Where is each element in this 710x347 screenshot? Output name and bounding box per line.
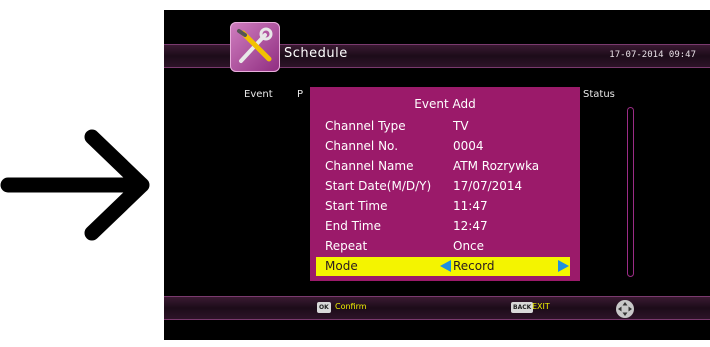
date-time: 17-07-2014 09:47: [609, 50, 696, 60]
row-value: TV: [453, 119, 469, 133]
arrow-right-icon[interactable]: [558, 260, 569, 272]
tv-screen: Schedule 17-07-2014 09:47 Event P : Stat…: [164, 10, 710, 340]
row-value: Record: [453, 259, 495, 273]
column-status: Status: [583, 89, 615, 100]
row-label: Start Date(M/D/Y): [325, 179, 432, 193]
dpad-icon: [616, 300, 634, 318]
column-event: Event: [244, 89, 273, 100]
event-add-dialog: Event Add Channel Type TV Channel No. 00…: [310, 87, 580, 281]
row-end-time[interactable]: End Time 12:47: [325, 217, 575, 236]
row-value: ATM Rozrywka: [453, 159, 540, 173]
column-program: P: [297, 89, 304, 100]
row-repeat[interactable]: Repeat Once: [325, 237, 575, 256]
arrow-left-icon[interactable]: [440, 260, 451, 272]
footer-bar: OK Confirm BACK EXIT: [164, 296, 710, 320]
right-arrow-icon: [0, 129, 150, 241]
page-title: Schedule: [284, 46, 348, 61]
row-label: Start Time: [325, 199, 388, 213]
row-label: Channel Type: [325, 119, 406, 133]
row-value: 17/07/2014: [453, 179, 523, 193]
row-channel-name[interactable]: Channel Name ATM Rozrywka: [325, 157, 575, 176]
row-mode-selected[interactable]: Mode Record: [316, 257, 570, 276]
confirm-label: Confirm: [335, 302, 367, 311]
row-value: 11:47: [453, 199, 488, 213]
row-label: Channel Name: [325, 159, 414, 173]
tools-icon: [230, 22, 280, 72]
dialog-title: Event Add: [414, 97, 476, 111]
row-channel-type[interactable]: Channel Type TV: [325, 117, 575, 136]
row-channel-no[interactable]: Channel No. 0004: [325, 137, 575, 156]
row-start-time[interactable]: Start Time 11:47: [325, 197, 575, 216]
row-value: 12:47: [453, 219, 488, 233]
row-value: Once: [453, 239, 485, 253]
row-start-date[interactable]: Start Date(M/D/Y) 17/07/2014: [325, 177, 575, 196]
ok-key-icon[interactable]: OK: [317, 302, 331, 313]
row-label: Channel No.: [325, 139, 399, 153]
back-key-icon[interactable]: BACK: [511, 302, 534, 313]
row-label: Repeat: [325, 239, 368, 253]
row-value: 0004: [453, 139, 484, 153]
row-label: Mode: [325, 259, 358, 273]
exit-label: EXIT: [532, 302, 550, 311]
row-label: End Time: [325, 219, 381, 233]
scrollbar[interactable]: [627, 107, 634, 277]
